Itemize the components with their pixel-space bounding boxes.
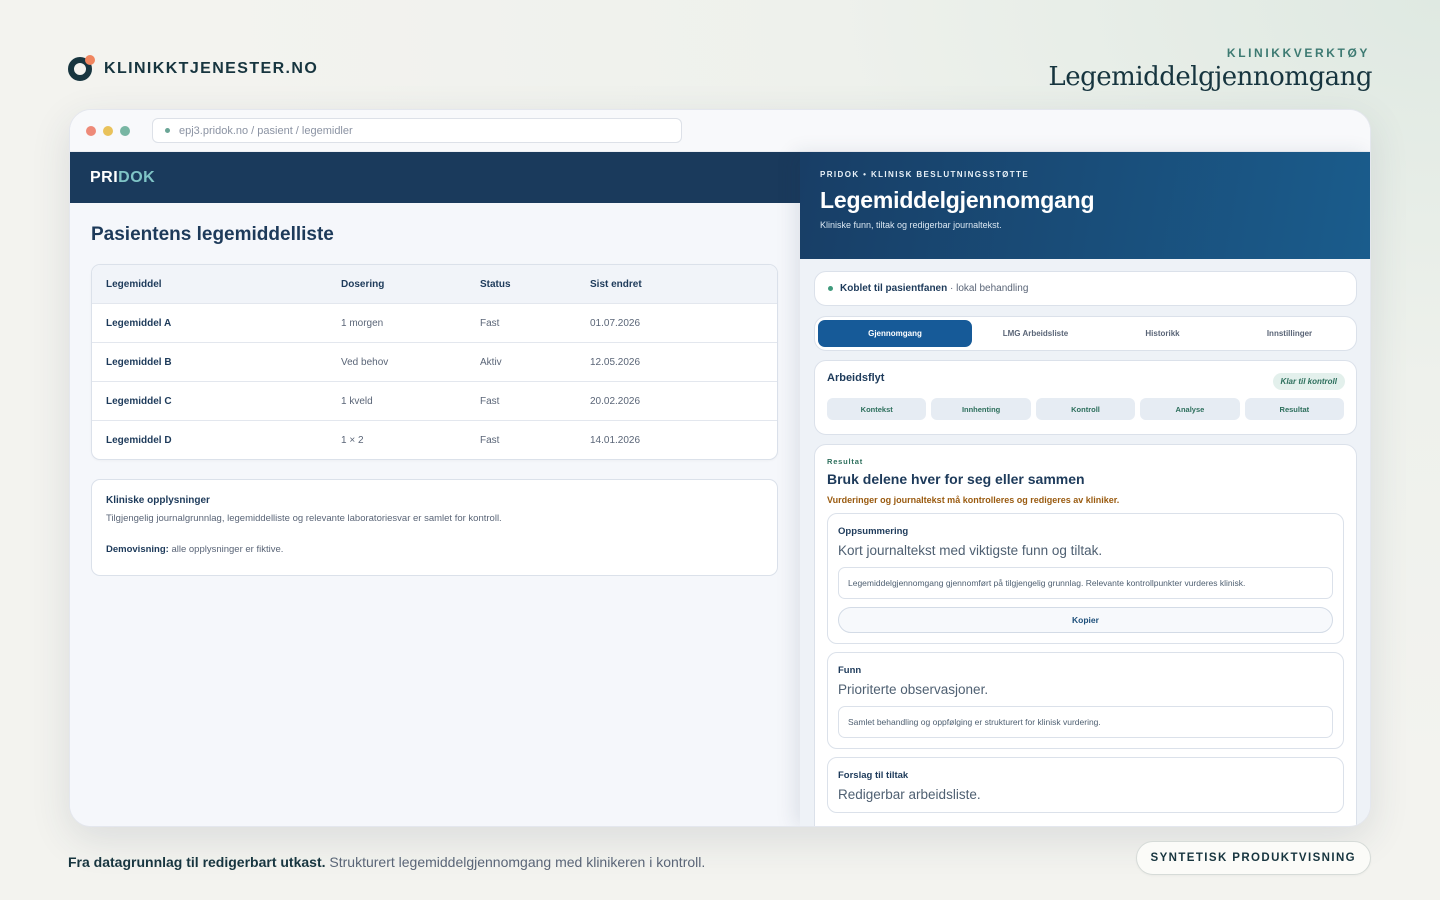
address-bar[interactable]: epj3.pridok.no / pasient / legemidler	[152, 118, 682, 143]
panel-title: Legemiddelgjennomgang	[820, 187, 1095, 213]
tab-lmg-arbeidsliste[interactable]: LMG Arbeidsliste	[972, 320, 1099, 347]
result-kicker: Resultat	[827, 457, 863, 466]
table-row[interactable]: Legemiddel A 1 morgen Fast 01.07.2026	[92, 303, 777, 342]
status-dot-icon	[828, 286, 833, 291]
window-controls	[86, 125, 130, 136]
step-kontroll[interactable]: Kontroll	[1035, 398, 1136, 420]
footer-caption: Fra datagrunnlag til redigerbart utkast.…	[68, 854, 706, 870]
section-title: Funn	[838, 665, 862, 676]
table-row[interactable]: Legemiddel D 1 × 2 Fast 14.01.2026	[92, 420, 777, 459]
clinical-info-title: Kliniske opplysninger	[106, 495, 210, 506]
minimize-window-icon[interactable]	[103, 125, 113, 136]
actions-section: Forslag til tiltak Redigerbar arbeidslis…	[827, 757, 1344, 813]
medication-name: Legemiddel A	[106, 317, 172, 329]
panel-kicker: PRIDOK • KLINISK BESLUTNINGSSTØTTE	[820, 170, 1030, 179]
ehr-view: PRIDOK Pasientens legemiddelliste Legemi…	[70, 152, 800, 826]
medication-status: Fast	[480, 434, 500, 446]
medication-name: Legemiddel B	[106, 356, 172, 368]
medication-list-title: Pasientens legemiddelliste	[91, 224, 334, 245]
clinical-info-card: Kliniske opplysninger Tilgjengelig journ…	[91, 479, 778, 576]
medication-dose: 1 kveld	[341, 395, 373, 407]
hero-kicker: KLINIKKVERKTØY	[1226, 46, 1370, 60]
column-header[interactable]: Sist endret	[590, 279, 777, 290]
medication-date: 12.05.2026	[590, 356, 641, 368]
summary-section: Oppsummering Kort journaltekst med vikti…	[827, 513, 1344, 644]
findings-text-field[interactable]: Samlet behandling og oppfølging er struk…	[838, 706, 1333, 738]
findings-section: Funn Prioriterte observasjoner. Samlet b…	[827, 652, 1344, 749]
brand: KLINIKKTJENESTER.NO	[68, 55, 319, 81]
step-analyse[interactable]: Analyse	[1140, 398, 1240, 420]
brand-name: KLINIKKTJENESTER.NO	[104, 59, 319, 77]
step-kontekst[interactable]: Kontekst	[827, 398, 927, 420]
workflow-title: Arbeidsflyt	[827, 372, 885, 384]
brand-logo-icon	[68, 55, 95, 81]
result-title: Bruk delene hver for seg eller sammen	[827, 471, 1085, 487]
close-window-icon[interactable]	[86, 125, 96, 136]
panel-tabs: Gjennomgang LMG Arbeidsliste Historikk I…	[814, 316, 1357, 351]
step-resultat[interactable]: Resultat	[1244, 398, 1345, 420]
maximize-window-icon[interactable]	[120, 125, 130, 136]
section-lead: Redigerbar arbeidsliste.	[838, 787, 981, 802]
section-lead: Prioriterte observasjoner.	[838, 682, 989, 697]
workflow-steps: Kontekst Innhenting Kontroll Analyse Res…	[827, 398, 1345, 420]
table-header: Legemiddel Dosering Status Sist endret	[92, 265, 777, 303]
browser-chrome: epj3.pridok.no / pasient / legemidler	[70, 110, 1370, 152]
tab-historikk[interactable]: Historikk	[1099, 320, 1226, 347]
column-header[interactable]: Dosering	[341, 279, 480, 290]
copy-button[interactable]: Kopier	[838, 607, 1333, 633]
medication-status: Aktiv	[480, 356, 502, 368]
app-logo[interactable]: PRIDOK	[90, 169, 155, 187]
section-title: Oppsummering	[838, 526, 909, 537]
clinical-info-text: Tilgjengelig journalgrunnlag, legemiddel…	[106, 513, 502, 524]
medication-dose: Ved behov	[341, 356, 389, 368]
medication-status: Fast	[480, 395, 500, 407]
connection-status: Koblet til pasientfanen · lokal behandli…	[814, 271, 1357, 306]
result-card: Resultat Bruk delene hver for seg eller …	[814, 444, 1357, 826]
medication-name: Legemiddel D	[106, 434, 172, 446]
medication-dose: 1 × 2	[341, 434, 364, 446]
result-warning: Vurderinger og journaltekst må kontrolle…	[827, 495, 1120, 505]
panel-subtitle: Kliniske funn, tiltak og redigerbar jour…	[820, 220, 1002, 230]
tab-gjennomgang[interactable]: Gjennomgang	[818, 320, 972, 347]
demo-notice: Demovisning: alle opplysninger er fiktiv…	[106, 544, 284, 555]
connection-text: Koblet til pasientfanen · lokal behandli…	[840, 283, 1029, 294]
section-title: Forslag til tiltak	[838, 770, 909, 781]
status-badge: Klar til kontroll	[1272, 373, 1345, 390]
medication-date: 20.02.2026	[590, 395, 641, 407]
synthetic-view-badge: SYNTETISK PRODUKTVISNING	[1135, 841, 1371, 875]
hero-title: Legemiddelgjennomgang	[1048, 62, 1372, 92]
medication-date: 14.01.2026	[590, 434, 641, 446]
medication-status: Fast	[480, 317, 500, 329]
column-header[interactable]: Status	[480, 279, 590, 290]
step-innhenting[interactable]: Innhenting	[931, 398, 1031, 420]
medication-dose: 1 morgen	[341, 317, 384, 329]
table-row[interactable]: Legemiddel B Ved behov Aktiv 12.05.2026	[92, 342, 777, 381]
tab-innstillinger[interactable]: Innstillinger	[1226, 320, 1353, 347]
medication-name: Legemiddel C	[106, 395, 172, 407]
browser-window: epj3.pridok.no / pasient / legemidler PR…	[69, 109, 1371, 827]
secure-dot-icon	[165, 128, 170, 133]
medication-table: Legemiddel Dosering Status Sist endret L…	[91, 264, 778, 460]
address-url: epj3.pridok.no / pasient / legemidler	[179, 124, 353, 137]
app-header: PRIDOK	[70, 152, 800, 203]
section-lead: Kort journaltekst med viktigste funn og …	[838, 543, 1103, 558]
workflow-card: Arbeidsflyt Klar til kontroll Kontekst I…	[814, 360, 1357, 435]
medication-date: 01.07.2026	[590, 317, 641, 329]
summary-text-field[interactable]: Legemiddelgjennomgang gjennomført på til…	[838, 567, 1333, 599]
decision-support-panel: PRIDOK • KLINISK BESLUTNINGSSTØTTE Legem…	[800, 152, 1370, 826]
column-header[interactable]: Legemiddel	[92, 279, 341, 290]
panel-header: PRIDOK • KLINISK BESLUTNINGSSTØTTE Legem…	[800, 152, 1370, 259]
table-row[interactable]: Legemiddel C 1 kveld Fast 20.02.2026	[92, 381, 777, 420]
